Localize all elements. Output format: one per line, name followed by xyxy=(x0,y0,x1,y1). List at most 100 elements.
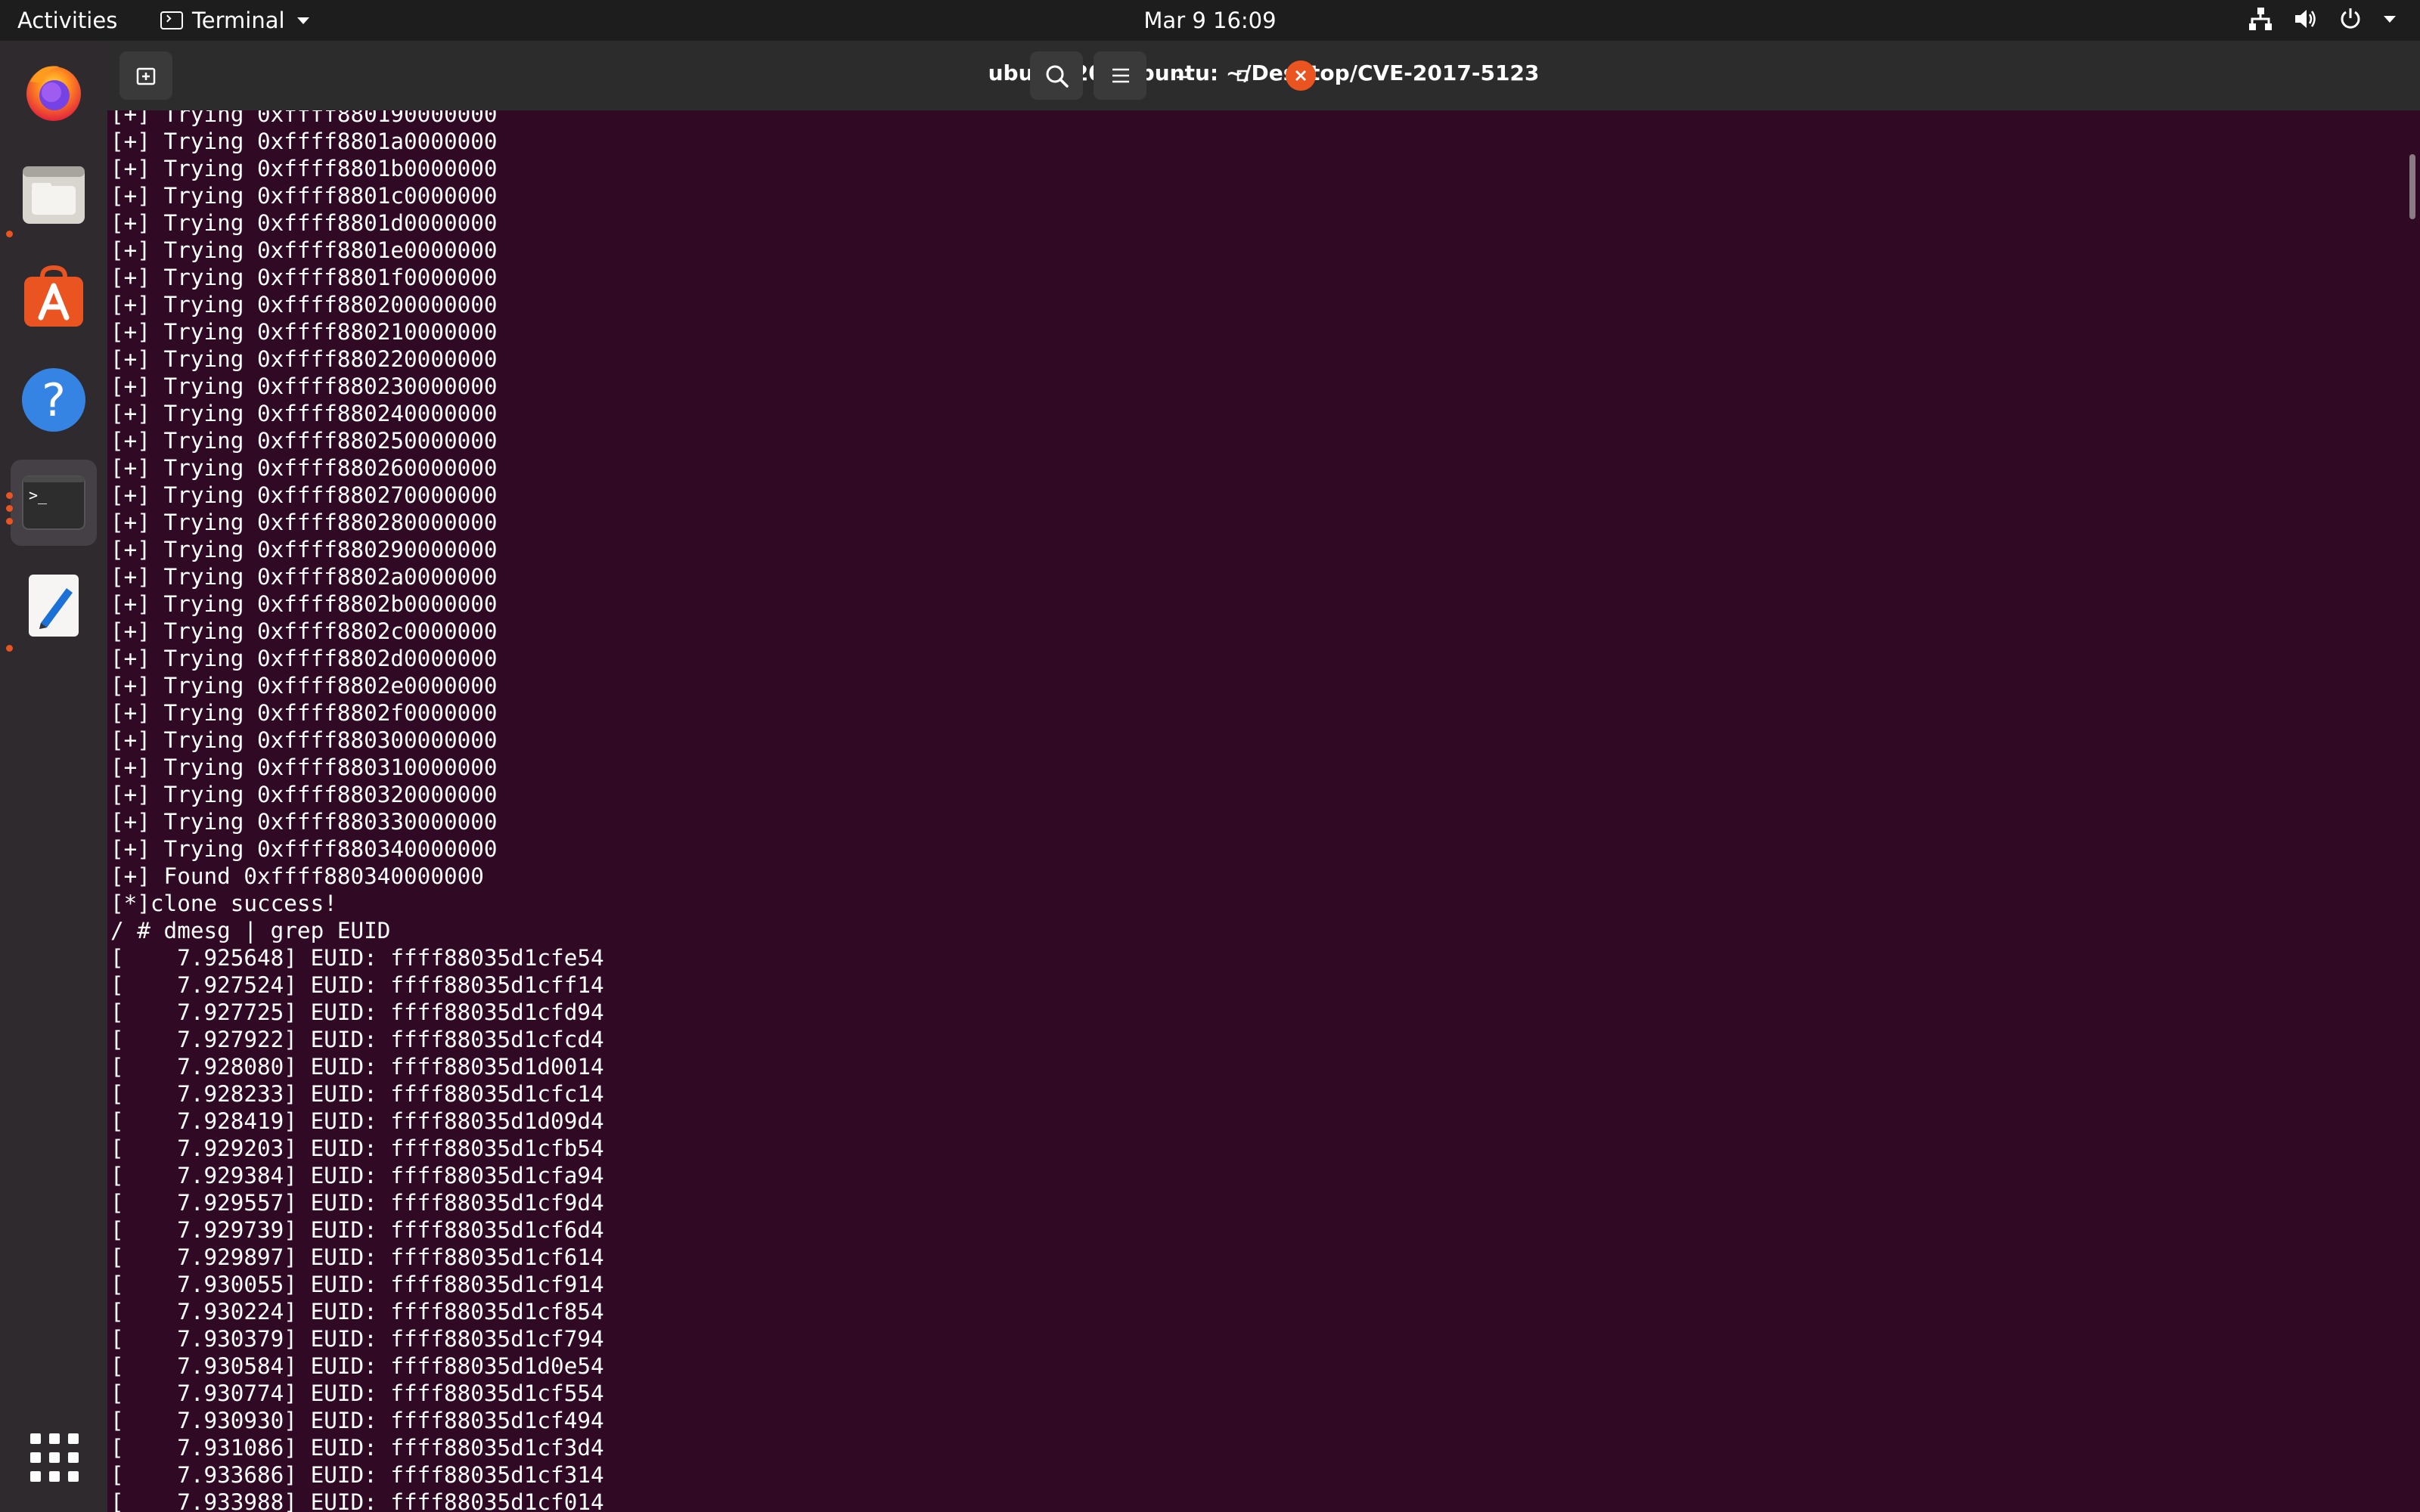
terminal-line: [ 7.929384] EUID: ffff88035d1cfa94 xyxy=(110,1163,604,1188)
terminal-line: [+] Trying 0xffff880320000000 xyxy=(110,782,498,807)
terminal-line: [ 7.928080] EUID: ffff88035d1d0014 xyxy=(110,1054,604,1080)
minimize-button[interactable] xyxy=(1167,60,1197,91)
help-icon: ? xyxy=(22,368,85,432)
terminal-line: [+] Trying 0xffff8802f0000000 xyxy=(110,700,498,726)
dock-item-files[interactable] xyxy=(11,151,97,237)
new-tab-button[interactable] xyxy=(119,51,172,100)
terminal-line: [+] Trying 0xffff880240000000 xyxy=(110,401,498,426)
firefox-icon xyxy=(26,66,81,121)
app-menu-label: Terminal xyxy=(192,8,285,33)
terminal-line: [ 7.933988] EUID: ffff88035d1cf014 xyxy=(110,1489,604,1512)
activities-button[interactable]: Activities xyxy=(17,8,117,33)
hamburger-menu-icon xyxy=(1112,68,1129,83)
terminal-line: [+] Trying 0xffff8802c0000000 xyxy=(110,618,498,644)
terminal-line: [ 7.927524] EUID: ffff88035d1cff14 xyxy=(110,972,604,998)
terminal-line: [+] Trying 0xffff8802b0000000 xyxy=(110,591,498,617)
volume-icon[interactable] xyxy=(2293,6,2319,32)
running-indicator xyxy=(6,492,13,499)
clock[interactable]: Mar 9 16:09 xyxy=(1143,8,1276,33)
terminal-line: [ 7.927922] EUID: ffff88035d1cfcd4 xyxy=(110,1027,604,1052)
running-indicator xyxy=(6,505,13,512)
network-icon[interactable] xyxy=(2248,6,2273,32)
maximize-button[interactable] xyxy=(1227,60,1258,91)
terminal-line: [ 7.929739] EUID: ffff88035d1cf6d4 xyxy=(110,1217,604,1243)
terminal-line: [ 7.930930] EUID: ffff88035d1cf494 xyxy=(110,1408,604,1433)
dock: ? >_ xyxy=(0,41,107,1512)
terminal-line: [+] Trying 0xffff880200000000 xyxy=(110,292,498,318)
dock-item-help[interactable]: ? xyxy=(11,357,97,443)
files-icon xyxy=(23,166,85,224)
terminal-line: [+] Trying 0xffff8801e0000000 xyxy=(110,237,498,263)
close-button[interactable] xyxy=(1286,60,1316,91)
terminal-line: [+] Trying 0xffff8802d0000000 xyxy=(110,646,498,671)
new-tab-icon xyxy=(136,67,156,85)
app-menu[interactable]: Terminal xyxy=(160,8,309,33)
terminal-icon: >_ xyxy=(22,476,85,530)
terminal-line: [+] Trying 0xffff880310000000 xyxy=(110,754,498,780)
terminal-line: [ 7.929203] EUID: ffff88035d1cfb54 xyxy=(110,1136,604,1161)
terminal-line: [ 7.930584] EUID: ffff88035d1d0e54 xyxy=(110,1353,604,1379)
running-indicator xyxy=(6,645,13,652)
terminal-line: [ 7.927725] EUID: ffff88035d1cfd94 xyxy=(110,999,604,1025)
terminal-line: [+] Trying 0xffff8802a0000000 xyxy=(110,564,498,590)
terminal-line: [ 7.928233] EUID: ffff88035d1cfc14 xyxy=(110,1081,604,1107)
dock-item-firefox[interactable] xyxy=(11,48,97,135)
window-header: ubuntu20@ubuntu: ~/Desktop/CVE-2017-5123 xyxy=(107,41,2420,110)
terminal-line: / # dmesg | grep EUID xyxy=(110,918,391,943)
system-tray[interactable] xyxy=(2248,6,2397,32)
terminal-line: [+] Trying 0xffff8801c0000000 xyxy=(110,183,498,209)
terminal-line: [+] Trying 0xffff8801d0000000 xyxy=(110,210,498,236)
terminal-line: [ 7.925648] EUID: ffff88035d1cfe54 xyxy=(110,945,604,971)
top-bar: Activities Terminal Mar 9 16:09 xyxy=(0,0,2420,41)
terminal-line: [ 7.931086] EUID: ffff88035d1cf3d4 xyxy=(110,1435,604,1461)
close-icon xyxy=(1295,70,1306,81)
terminal-line: [+] Trying 0xffff8801a0000000 xyxy=(110,129,498,154)
terminal-line: [+] Found 0xffff880340000000 xyxy=(110,863,484,889)
terminal-output: [+] Trying 0xffff880190000000 [+] Trying … xyxy=(110,110,604,1512)
software-icon xyxy=(24,265,83,327)
terminal-line: [ 7.929557] EUID: ffff88035d1cf9d4 xyxy=(110,1190,604,1216)
power-icon[interactable] xyxy=(2338,7,2363,31)
svg-text:>_: >_ xyxy=(29,486,48,504)
scrollbar[interactable] xyxy=(2409,154,2415,219)
chevron-down-icon xyxy=(296,17,309,24)
terminal-line: [ 7.929897] EUID: ffff88035d1cf614 xyxy=(110,1244,604,1270)
chevron-down-icon[interactable] xyxy=(2382,11,2397,26)
terminal-line: [*]clone success! xyxy=(110,891,337,916)
terminal-line: [+] Trying 0xffff8801f0000000 xyxy=(110,265,498,290)
text-editor-icon xyxy=(29,575,79,637)
search-icon xyxy=(1046,65,1069,88)
svg-text:?: ? xyxy=(42,374,66,427)
terminal-line: [+] Trying 0xffff880190000000 xyxy=(110,110,498,127)
terminal-line: [+] Trying 0xffff880280000000 xyxy=(110,510,498,535)
dock-item-ubuntu-software[interactable] xyxy=(11,254,97,340)
terminal-line: [+] Trying 0xffff880340000000 xyxy=(110,836,498,862)
terminal-line: [+] Trying 0xffff880220000000 xyxy=(110,346,498,372)
terminal-line: [+] Trying 0xffff8801b0000000 xyxy=(110,156,498,181)
terminal-app-icon xyxy=(160,11,183,29)
terminal-line: [ 7.930055] EUID: ffff88035d1cf914 xyxy=(110,1272,604,1297)
terminal-line: [+] Trying 0xffff8802e0000000 xyxy=(110,673,498,699)
search-button[interactable] xyxy=(1030,51,1083,100)
terminal-line: [+] Trying 0xffff880260000000 xyxy=(110,455,498,481)
maximize-icon xyxy=(1236,70,1249,82)
terminal-line: [+] Trying 0xffff880230000000 xyxy=(110,373,498,399)
terminal-line: [ 7.933686] EUID: ffff88035d1cf314 xyxy=(110,1462,604,1488)
minimize-icon xyxy=(1177,76,1187,79)
terminal-line: [+] Trying 0xffff880270000000 xyxy=(110,482,498,508)
terminal-line: [+] Trying 0xffff880290000000 xyxy=(110,537,498,562)
terminal-line: [+] Trying 0xffff880210000000 xyxy=(110,319,498,345)
terminal-area[interactable]: [+] Trying 0xffff880190000000 [+] Trying … xyxy=(107,110,2420,1512)
terminal-line: [+] Trying 0xffff880300000000 xyxy=(110,727,498,753)
terminal-line: [ 7.930774] EUID: ffff88035d1cf554 xyxy=(110,1380,604,1406)
dock-item-terminal[interactable]: >_ xyxy=(11,460,97,546)
terminal-line: [+] Trying 0xffff880250000000 xyxy=(110,428,498,454)
show-applications-button[interactable] xyxy=(30,1433,79,1482)
dock-item-text-editor[interactable] xyxy=(11,562,97,649)
terminal-line: [ 7.930379] EUID: ffff88035d1cf794 xyxy=(110,1326,604,1352)
menu-button[interactable] xyxy=(1094,51,1146,100)
terminal-line: [+] Trying 0xffff880330000000 xyxy=(110,809,498,835)
running-indicator xyxy=(6,518,13,525)
terminal-line: [ 7.928419] EUID: ffff88035d1d09d4 xyxy=(110,1108,604,1134)
terminal-line: [ 7.930224] EUID: ffff88035d1cf854 xyxy=(110,1299,604,1325)
